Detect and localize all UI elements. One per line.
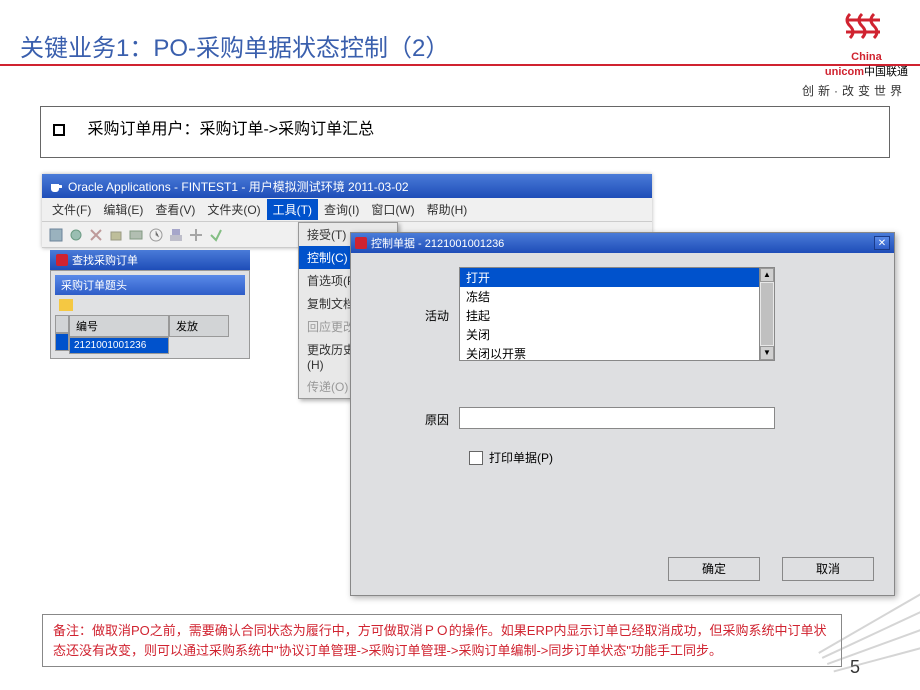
find-po-titlebar: 查找采购订单 [50, 250, 250, 270]
find-po-body: 采购订单题头 编号 2121001001236 发放 [50, 270, 250, 359]
po-grid: 编号 2121001001236 发放 [55, 315, 245, 354]
oracle-o-icon [56, 254, 68, 266]
activity-listbox[interactable]: 打开 冻结 挂起 关闭 关闭以开票 关闭以收货 [459, 267, 759, 361]
po-header-title: 采购订单题头 [55, 275, 245, 295]
tool-icon-8[interactable] [188, 227, 204, 243]
control-dialog: 控制单据 - 2121001001236 ✕ 活动 打开 冻结 挂起 关闭 关闭… [350, 232, 895, 596]
tool-icon-4[interactable] [108, 227, 124, 243]
dialog-titlebar: 控制单据 - 2121001001236 ✕ [351, 233, 894, 253]
col-release-header[interactable]: 发放 [169, 315, 229, 337]
tool-icon-1[interactable] [48, 227, 64, 243]
print-checkbox-label: 打印单据(P) [489, 449, 553, 466]
list-item[interactable]: 关闭 [460, 325, 759, 344]
menu-window[interactable]: 窗口(W) [365, 199, 420, 220]
print-checkbox[interactable] [469, 451, 483, 465]
po-number-cell[interactable]: 2121001001236 [69, 337, 169, 354]
menubar: 文件(F) 编辑(E) 查看(V) 文件夹(O) 工具(T) 查询(I) 窗口(… [42, 198, 652, 222]
instruction-text: 采购订单用户：采购订单->采购订单汇总 [87, 121, 374, 138]
list-item[interactable]: 关闭以开票 [460, 344, 759, 361]
remark-box: 备注：做取消PO之前，需要确认合同状态为履行中，方可做取消ＰＯ的操作。如果ERP… [42, 614, 842, 667]
java-cup-icon [48, 179, 62, 193]
dialog-body: 活动 打开 冻结 挂起 关闭 关闭以开票 关闭以收货 ▲ ▼ 原因 打印单据(P… [351, 253, 894, 480]
list-item[interactable]: 挂起 [460, 306, 759, 325]
app-title: Oracle Applications - FINTEST1 - 用户模拟测试环… [68, 178, 409, 195]
logo-text: China unicom中国联通 [825, 51, 908, 79]
activity-label: 活动 [369, 267, 459, 324]
tool-icon-5[interactable] [128, 227, 144, 243]
app-titlebar: Oracle Applications - FINTEST1 - 用户模拟测试环… [42, 174, 652, 198]
decorative-lines [800, 572, 920, 672]
find-po-title: 查找采购订单 [72, 252, 138, 268]
folder-icon[interactable] [59, 299, 73, 311]
reason-row: 原因 [369, 407, 876, 429]
listbox-scrollbar[interactable]: ▲ ▼ [759, 267, 775, 361]
tool-icon-6[interactable] [148, 227, 164, 243]
list-item[interactable]: 冻结 [460, 287, 759, 306]
reason-input[interactable] [459, 407, 775, 429]
activity-row: 活动 打开 冻结 挂起 关闭 关闭以开票 关闭以收货 ▲ ▼ [369, 267, 876, 361]
unicom-logo-icon [840, 6, 892, 44]
scroll-down-icon[interactable]: ▼ [760, 346, 774, 360]
menu-tools[interactable]: 工具(T) [267, 199, 318, 220]
col-number-header[interactable]: 编号 [69, 315, 169, 337]
menu-folder[interactable]: 文件夹(O) [201, 199, 266, 220]
menu-query[interactable]: 查询(I) [318, 199, 365, 220]
dialog-title: 控制单据 - 2121001001236 [371, 235, 504, 251]
instruction-box: 采购订单用户：采购订单->采购订单汇总 [40, 106, 890, 158]
menu-edit[interactable]: 编辑(E) [97, 199, 149, 220]
bullet-icon [53, 124, 65, 136]
close-icon[interactable]: ✕ [874, 236, 890, 250]
menu-view[interactable]: 查看(V) [149, 199, 201, 220]
slide-title: 关键业务1：PO-采购单据状态控制（2） [20, 28, 449, 63]
tool-icon-7[interactable] [168, 227, 184, 243]
find-po-panel: 查找采购订单 采购订单题头 编号 2121001001236 发放 [50, 250, 250, 359]
title-underline [0, 64, 920, 66]
menu-help[interactable]: 帮助(H) [421, 199, 474, 220]
menu-file[interactable]: 文件(F) [46, 199, 97, 220]
oracle-o-icon [355, 237, 367, 249]
logo-slogan: 创新·改变世界 [802, 82, 906, 99]
scroll-up-icon[interactable]: ▲ [760, 268, 774, 282]
reason-label: 原因 [369, 407, 459, 428]
scroll-thumb[interactable] [761, 283, 773, 345]
list-item[interactable]: 打开 [460, 268, 759, 287]
tool-icon-2[interactable] [68, 227, 84, 243]
tool-icon-3[interactable] [88, 227, 104, 243]
tool-icon-9[interactable] [208, 227, 224, 243]
ok-button[interactable]: 确定 [668, 557, 760, 581]
print-checkbox-row[interactable]: 打印单据(P) [469, 449, 876, 466]
brand-logo: China unicom中国联通 [825, 6, 908, 79]
